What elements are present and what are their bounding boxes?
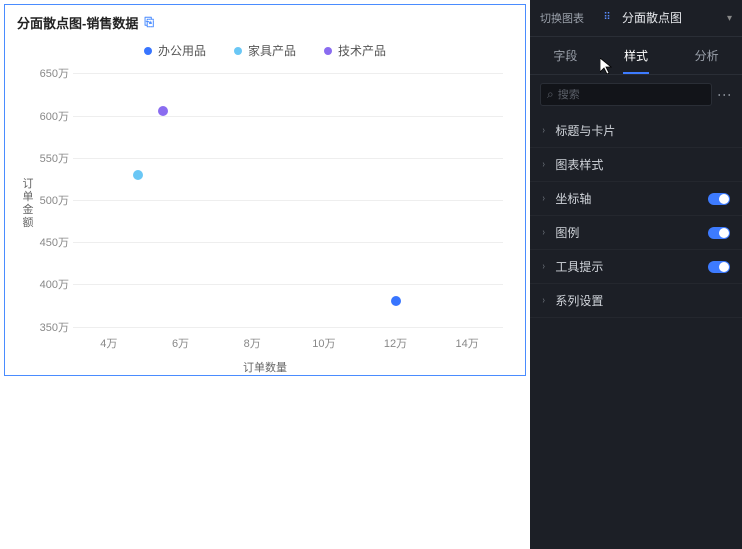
legend-item[interactable]: 技术产品 (324, 42, 386, 59)
plot: 订单金额 350万400万450万500万550万600万650万4万6万8万1… (17, 65, 513, 355)
legend-dot-icon (144, 47, 152, 55)
section-label: 图表样式 (555, 156, 730, 173)
scatter-icon: ⠿ (600, 11, 614, 25)
toggle[interactable] (708, 227, 730, 239)
chevron-right-icon: › (543, 295, 545, 306)
search-row: ⌕ ⋮ (530, 75, 742, 114)
plot-area: 350万400万450万500万550万600万650万4万6万8万10万12万… (73, 65, 503, 335)
chevron-right-icon: › (543, 261, 545, 272)
tab-style[interactable]: 样式 (601, 37, 672, 74)
link-icon[interactable]: ⎘ (144, 15, 154, 30)
data-point[interactable] (391, 296, 401, 306)
legend-item[interactable]: 办公用品 (144, 42, 206, 59)
chevron-right-icon: › (543, 193, 545, 204)
section-label: 工具提示 (555, 258, 708, 275)
gridline (73, 242, 503, 243)
sidebar-top-bar: 切换图表 ⠿ 分面散点图 ▾ (530, 0, 742, 37)
legend-label: 办公用品 (158, 42, 206, 59)
chevron-right-icon: › (543, 159, 545, 170)
gridline (73, 284, 503, 285)
section-row[interactable]: › 工具提示 (530, 250, 742, 284)
chart-title: 分面散点图-销售数据 ⎘ (17, 13, 513, 32)
x-tick: 10万 (312, 335, 335, 351)
search-icon: ⌕ (547, 87, 554, 102)
section-label: 标题与卡片 (555, 122, 730, 139)
x-axis-label: 订单数量 (17, 359, 513, 375)
gridline (73, 158, 503, 159)
y-tick: 650万 (39, 65, 69, 81)
data-point[interactable] (133, 170, 143, 180)
legend: 办公用品 家具产品 技术产品 (17, 42, 513, 59)
sidebar: 切换图表 ⠿ 分面散点图 ▾ 字段 样式 分析 ⌕ ⋮ ›标题与卡片›图表样式›… (530, 0, 742, 549)
legend-dot-icon (324, 47, 332, 55)
section-label: 图例 (555, 224, 708, 241)
tab-fields[interactable]: 字段 (530, 37, 601, 74)
toggle[interactable] (708, 193, 730, 205)
y-tick: 600万 (39, 108, 69, 124)
x-tick: 12万 (384, 335, 407, 351)
gridline (73, 116, 503, 117)
data-point[interactable] (158, 106, 168, 116)
legend-dot-icon (234, 47, 242, 55)
y-tick: 400万 (39, 276, 69, 292)
chart-type-select[interactable]: ⠿ 分面散点图 (592, 6, 719, 30)
section-row[interactable]: › 系列设置 (530, 284, 742, 318)
search-input[interactable] (558, 89, 705, 101)
tab-analysis[interactable]: 分析 (671, 37, 742, 74)
legend-label: 技术产品 (338, 42, 386, 59)
legend-label: 家具产品 (248, 42, 296, 59)
section-row[interactable]: › 标题与卡片 (530, 114, 742, 148)
chevron-right-icon: › (543, 125, 545, 136)
y-tick: 450万 (39, 234, 69, 250)
legend-item[interactable]: 家具产品 (234, 42, 296, 59)
section-label: 系列设置 (555, 292, 730, 309)
chart-type-value: 分面散点图 (622, 9, 682, 26)
gridline (73, 73, 503, 74)
y-tick: 500万 (39, 192, 69, 208)
section-row[interactable]: › 坐标轴 (530, 182, 742, 216)
sections: › 标题与卡片 › 图表样式 › 坐标轴 › 图例 › 工具提示 › 系列设置 (530, 114, 742, 318)
search-box[interactable]: ⌕ (540, 83, 712, 106)
tabs: 字段 样式 分析 (530, 37, 742, 75)
more-icon[interactable]: ⋮ (718, 88, 732, 102)
y-axis-label: 订单金额 (21, 178, 35, 230)
section-row[interactable]: › 图表样式 (530, 148, 742, 182)
x-tick: 6万 (172, 335, 189, 351)
gridline (73, 327, 503, 328)
y-tick: 350万 (39, 319, 69, 335)
section-row[interactable]: › 图例 (530, 216, 742, 250)
chart-card[interactable]: 分面散点图-销售数据 ⎘ 办公用品家具产品技术产品 订单金额 350万400万4… (4, 4, 526, 376)
x-tick: 14万 (456, 335, 479, 351)
section-label: 坐标轴 (555, 190, 708, 207)
switch-chart-label: 切换图表 (540, 10, 584, 26)
chevron-right-icon: › (543, 227, 545, 238)
chart-title-text: 分面散点图-销售数据 (17, 13, 138, 32)
gridline (73, 200, 503, 201)
x-tick: 8万 (244, 335, 261, 351)
chevron-down-icon[interactable]: ▾ (727, 13, 732, 24)
toggle[interactable] (708, 261, 730, 273)
x-tick: 4万 (100, 335, 117, 351)
y-tick: 550万 (39, 150, 69, 166)
